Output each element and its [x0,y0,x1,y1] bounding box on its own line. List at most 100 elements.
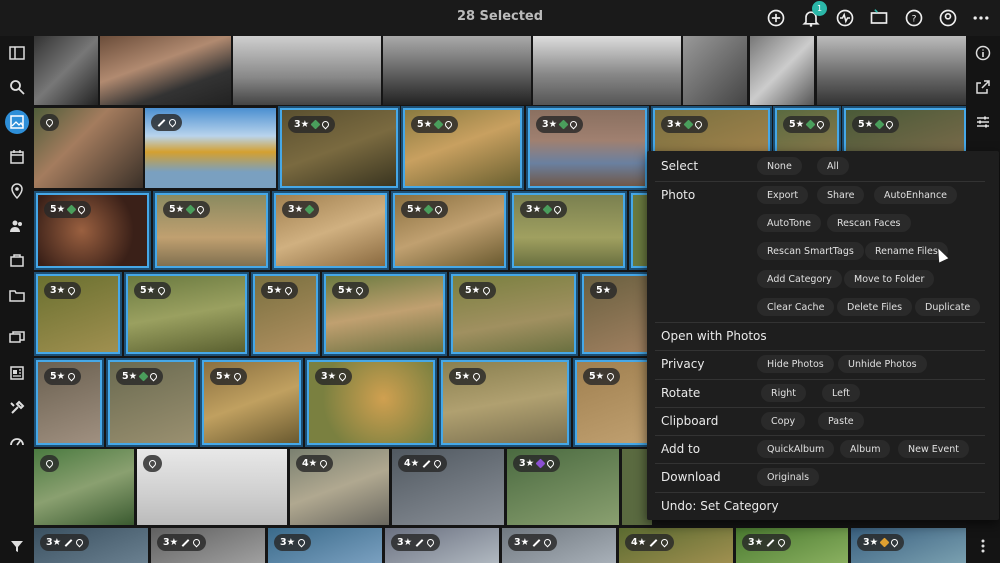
photo-tile[interactable] [100,36,231,105]
photo-badge: 3★ [391,534,441,551]
rotate-right-button[interactable]: Right [761,384,807,402]
photo-tile[interactable]: 5★ [34,191,151,270]
duplicate-button[interactable]: Duplicate [915,298,981,316]
photo-tile[interactable] [137,449,287,525]
photo-tile[interactable] [750,36,814,105]
photo-badge: 5★ [583,368,621,385]
photo-tile[interactable]: 5★ [439,358,571,447]
select-all-button[interactable]: All [817,157,849,175]
filter-icon[interactable] [5,534,29,558]
photo-tile[interactable]: 5★ [573,358,653,447]
more-vert-icon[interactable] [971,534,995,558]
open-external-icon[interactable] [971,75,995,99]
rescan-smarttags-button[interactable]: Rescan SmartTags [757,242,864,260]
location-pin-icon [156,285,167,296]
open-with-label: Open with Photos [661,329,767,343]
search-icon[interactable] [5,75,29,99]
photo-tile[interactable]: 5★ [580,272,653,356]
photo-tile[interactable]: 5★ [153,191,270,270]
photo-tile[interactable] [233,36,381,105]
info-icon[interactable] [971,41,995,65]
sidebar-toggle-icon[interactable] [5,41,29,65]
unhide-photos-button[interactable]: Unhide Photos [838,355,927,373]
export-button[interactable]: Export [757,186,809,204]
album-button[interactable]: Album [840,440,891,458]
delete-files-button[interactable]: Delete Files [837,298,913,316]
photo-tile[interactable]: 3★ [278,106,400,190]
tag-icon [304,204,315,215]
rotate-left-button[interactable]: Left [822,384,860,402]
clear-cache-button[interactable]: Clear Cache [757,298,835,316]
photo-tile[interactable]: 5★ [251,272,320,356]
photo-tile[interactable]: 5★ [34,358,104,447]
rescan-faces-button[interactable]: Rescan Faces [827,214,911,232]
photo-tile[interactable]: 5★ [391,191,508,270]
autoenhance-button[interactable]: AutoEnhance [874,186,958,204]
activity-icon[interactable] [834,7,856,29]
people-icon[interactable] [5,214,29,238]
dashboard-icon[interactable] [5,430,29,454]
photo-tile[interactable] [34,36,98,105]
photo-tile[interactable] [383,36,531,105]
slideshow-icon[interactable] [5,361,29,385]
location-icon[interactable] [5,179,29,203]
photo-tile[interactable]: 3★ [385,528,499,563]
calendar-icon[interactable] [5,145,29,169]
photo-tile[interactable]: 3★ [736,528,848,563]
help-icon[interactable]: ? [903,7,925,29]
open-with-photos-item[interactable]: Open with Photos [647,322,999,350]
new-event-button[interactable]: New Event [898,440,969,458]
cast-icon[interactable] [868,7,890,29]
photo-tile[interactable]: 3★ [272,191,389,270]
photo-tile[interactable]: 4★ [392,449,504,525]
photo-tile[interactable]: 3★ [151,528,265,563]
quickalbum-button[interactable]: QuickAlbum [757,440,835,458]
account-icon[interactable] [937,7,959,29]
photo-tile[interactable]: 3★ [502,528,616,563]
add-icon[interactable] [765,7,787,29]
move-to-folder-button[interactable]: Move to Folder [844,270,935,288]
folder-lock-icon[interactable] [5,248,29,272]
albums-icon[interactable] [5,326,29,350]
undo-item[interactable]: Undo: Set Category [647,492,999,520]
tools-icon[interactable] [5,396,29,420]
photo-tile[interactable] [145,108,276,188]
photo-tile[interactable]: 5★ [449,272,578,356]
photo-tile[interactable]: 5★ [124,272,249,356]
photo-tile[interactable]: 4★ [619,528,733,563]
more-icon[interactable] [970,7,992,29]
photos-icon[interactable] [5,110,29,134]
photo-tile[interactable] [533,36,681,105]
photo-tile[interactable]: 3★ [305,358,437,447]
share-button[interactable]: Share [817,186,865,204]
tune-icon[interactable] [971,110,995,134]
photo-tile[interactable]: 3★ [507,449,619,525]
folder-icon[interactable] [5,283,29,307]
select-none-button[interactable]: None [757,157,802,175]
photo-tile[interactable]: 3★ [268,528,382,563]
photo-tile[interactable]: 3★ [510,191,627,270]
rating-label: 3★ [863,537,879,548]
photo-tile[interactable]: 4★ [290,449,389,525]
photo-tile[interactable]: 3★ [851,528,966,563]
photo-badge: 5★ [210,368,248,385]
photo-tile[interactable]: 3★ [526,106,649,190]
hide-photos-button[interactable]: Hide Photos [757,355,834,373]
photo-tile[interactable] [34,449,134,525]
photo-tile[interactable]: 5★ [200,358,303,447]
copy-button[interactable]: Copy [761,412,806,430]
photo-tile[interactable] [817,36,966,105]
photo-tile[interactable] [683,36,747,105]
add-category-button[interactable]: Add Category [757,270,842,288]
photo-tile[interactable] [34,108,143,188]
rating-label: 5★ [140,285,156,296]
photo-tile[interactable]: 3★ [34,528,148,563]
photo-tile[interactable]: 5★ [322,272,447,356]
photo-tile[interactable]: 5★ [106,358,198,447]
paste-button[interactable]: Paste [818,412,864,430]
photo-tile[interactable]: 3★ [34,272,122,356]
autotone-button[interactable]: AutoTone [757,214,821,232]
originals-button[interactable]: Originals [757,468,820,486]
photo-badge: 3★ [282,201,320,218]
photo-tile[interactable]: 5★ [401,106,524,190]
